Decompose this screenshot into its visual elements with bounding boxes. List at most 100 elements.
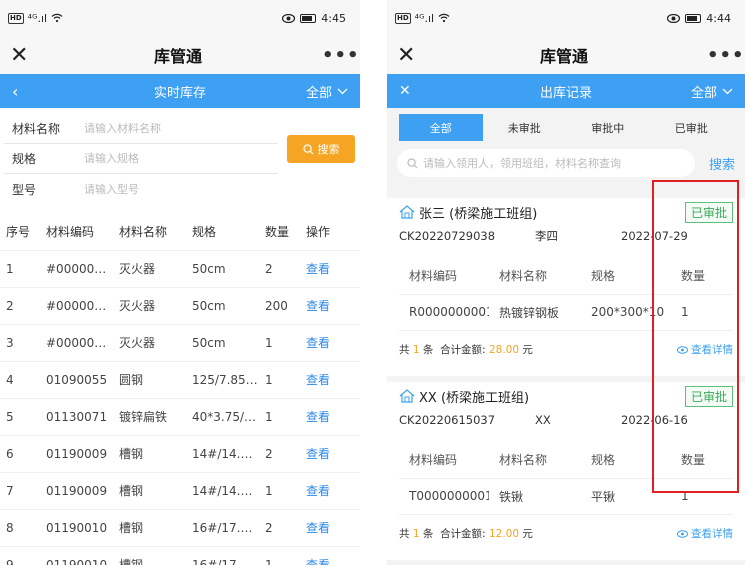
- cell: 01130071: [40, 398, 113, 436]
- view-link[interactable]: 查看: [300, 472, 360, 510]
- filter-dropdown[interactable]: 全部: [306, 82, 348, 101]
- table-row: 2 #000000… 灭火器 50cm 200 查看: [0, 287, 360, 325]
- material-name-field: 材料名称: [4, 114, 278, 144]
- cell: 槽钢: [113, 435, 186, 473]
- search-button[interactable]: 搜索: [287, 135, 355, 163]
- highlight-box: [652, 180, 739, 493]
- record-user: 李四: [535, 229, 558, 243]
- column-header: 材料编码: [399, 258, 489, 295]
- filter-label: 全部: [305, 85, 332, 101]
- cell: 槽钢: [113, 509, 186, 547]
- house-icon: [399, 205, 415, 219]
- cell: 6: [0, 435, 40, 473]
- material-name-input[interactable]: [84, 122, 264, 135]
- column-header: 序号: [0, 214, 40, 251]
- currency: 元: [522, 528, 533, 540]
- search-link[interactable]: 搜索: [709, 154, 735, 173]
- view-link[interactable]: 查看: [300, 287, 360, 325]
- cell: 14#/14.…: [186, 472, 259, 510]
- table-header-row: 序号 材料编码 材料名称 规格 数量 操作: [0, 214, 360, 251]
- cell: 1: [259, 546, 300, 565]
- cell: 50cm: [186, 250, 259, 288]
- record-number: CK20220615037: [399, 413, 496, 427]
- tab-all[interactable]: 全部: [399, 114, 483, 141]
- close-icon[interactable]: ✕: [397, 43, 421, 68]
- status-bar: HD ⁴ᴳ.ıl 4:45: [0, 0, 360, 36]
- table-row: 5 01130071 镀锌扁铁 40*3.75/… 1 查看: [0, 398, 360, 436]
- table-row: 7 01190009 槽钢 14#/14.… 1 查看: [0, 472, 360, 510]
- count-unit: 条: [422, 344, 434, 356]
- back-icon[interactable]: ‹: [12, 82, 18, 101]
- view-link[interactable]: 查看: [300, 509, 360, 547]
- cell: #000000…: [40, 250, 113, 288]
- eye-icon: [667, 13, 681, 23]
- cell: 2: [259, 435, 300, 473]
- signal-icon: ⁴ᴳ.ıl: [27, 11, 48, 25]
- cell: 200: [259, 287, 300, 325]
- cell: 50cm: [186, 287, 259, 325]
- tab-in-review[interactable]: 审批中: [566, 114, 650, 141]
- cell: 9: [0, 546, 40, 565]
- cell: 50cm: [186, 324, 259, 362]
- cell: 1: [259, 472, 300, 510]
- eye-icon: [677, 529, 688, 538]
- view-link[interactable]: 查看: [300, 324, 360, 362]
- view-link[interactable]: 查看: [300, 435, 360, 473]
- cell: 16#/17.…: [186, 546, 259, 565]
- column-header: 材料名称: [489, 442, 581, 479]
- search-form: 材料名称 规格 型号 搜索: [0, 108, 360, 204]
- app-header: ✕ 库管通 •••: [0, 36, 360, 74]
- cell: 14#/14.…: [186, 435, 259, 473]
- close-icon[interactable]: ✕: [399, 83, 411, 99]
- wifi-icon: [438, 13, 450, 23]
- record-summary: 共 1 条 合计金额: 12.00 元: [399, 526, 533, 541]
- item-count: 1: [412, 528, 420, 540]
- tab-approved[interactable]: 已审批: [650, 114, 734, 141]
- view-link[interactable]: 查看: [300, 250, 360, 288]
- tab-unapproved[interactable]: 未审批: [483, 114, 567, 141]
- inventory-table: 序号 材料编码 材料名称 规格 数量 操作 1 #000000… 灭火器 50cm 2 查…: [0, 214, 360, 565]
- table-row: 1 #000000… 灭火器 50cm 2 查看: [0, 250, 360, 288]
- house-icon: [399, 389, 415, 403]
- filter-dropdown[interactable]: 全部: [691, 82, 733, 101]
- search-button-label: 搜索: [317, 143, 340, 156]
- nav-bar: ✕ 出库记录 全部: [387, 74, 745, 108]
- app-title: 库管通: [153, 47, 202, 66]
- more-icon[interactable]: •••: [707, 45, 744, 66]
- spec-input[interactable]: [84, 152, 264, 165]
- search-input[interactable]: [423, 156, 663, 170]
- cell: 2: [0, 287, 40, 325]
- cell: 01190010: [40, 509, 113, 547]
- status-bar: HD ⁴ᴳ.ıl 4:44: [387, 0, 745, 36]
- cell: 铁锹: [489, 478, 581, 515]
- count-prefix: 共: [399, 344, 410, 356]
- column-header: 材料名称: [489, 258, 581, 295]
- cell: 槽钢: [113, 472, 186, 510]
- model-input[interactable]: [84, 182, 264, 196]
- table-row: 6 01190009 槽钢 14#/14.… 2 查看: [0, 435, 360, 473]
- cell: 2: [259, 250, 300, 288]
- view-detail-link[interactable]: 查看详情: [677, 526, 733, 541]
- view-link[interactable]: 查看: [300, 398, 360, 436]
- close-icon[interactable]: ✕: [10, 43, 34, 68]
- view-link[interactable]: 查看: [300, 361, 360, 399]
- cell: 2: [259, 509, 300, 547]
- clock-time: 4:44: [706, 11, 731, 25]
- chevron-down-icon: [722, 88, 733, 94]
- more-icon[interactable]: •••: [322, 45, 359, 66]
- total-amount: 12.00: [488, 528, 520, 540]
- cell: 镀锌扁铁: [113, 398, 186, 436]
- cell: 01190010: [40, 546, 113, 565]
- column-header: 材料编码: [40, 214, 113, 251]
- spec-field: 规格: [4, 144, 278, 174]
- search-icon: [302, 143, 313, 154]
- app-title: 库管通: [539, 47, 588, 66]
- count-prefix: 共: [399, 528, 410, 540]
- view-link[interactable]: 查看: [300, 546, 360, 565]
- search-icon: [407, 157, 418, 168]
- battery-icon: [685, 13, 702, 23]
- cell: 5: [0, 398, 40, 436]
- cell: 8: [0, 509, 40, 547]
- chevron-down-icon: [337, 88, 348, 94]
- cell: 40*3.75/…: [186, 398, 259, 436]
